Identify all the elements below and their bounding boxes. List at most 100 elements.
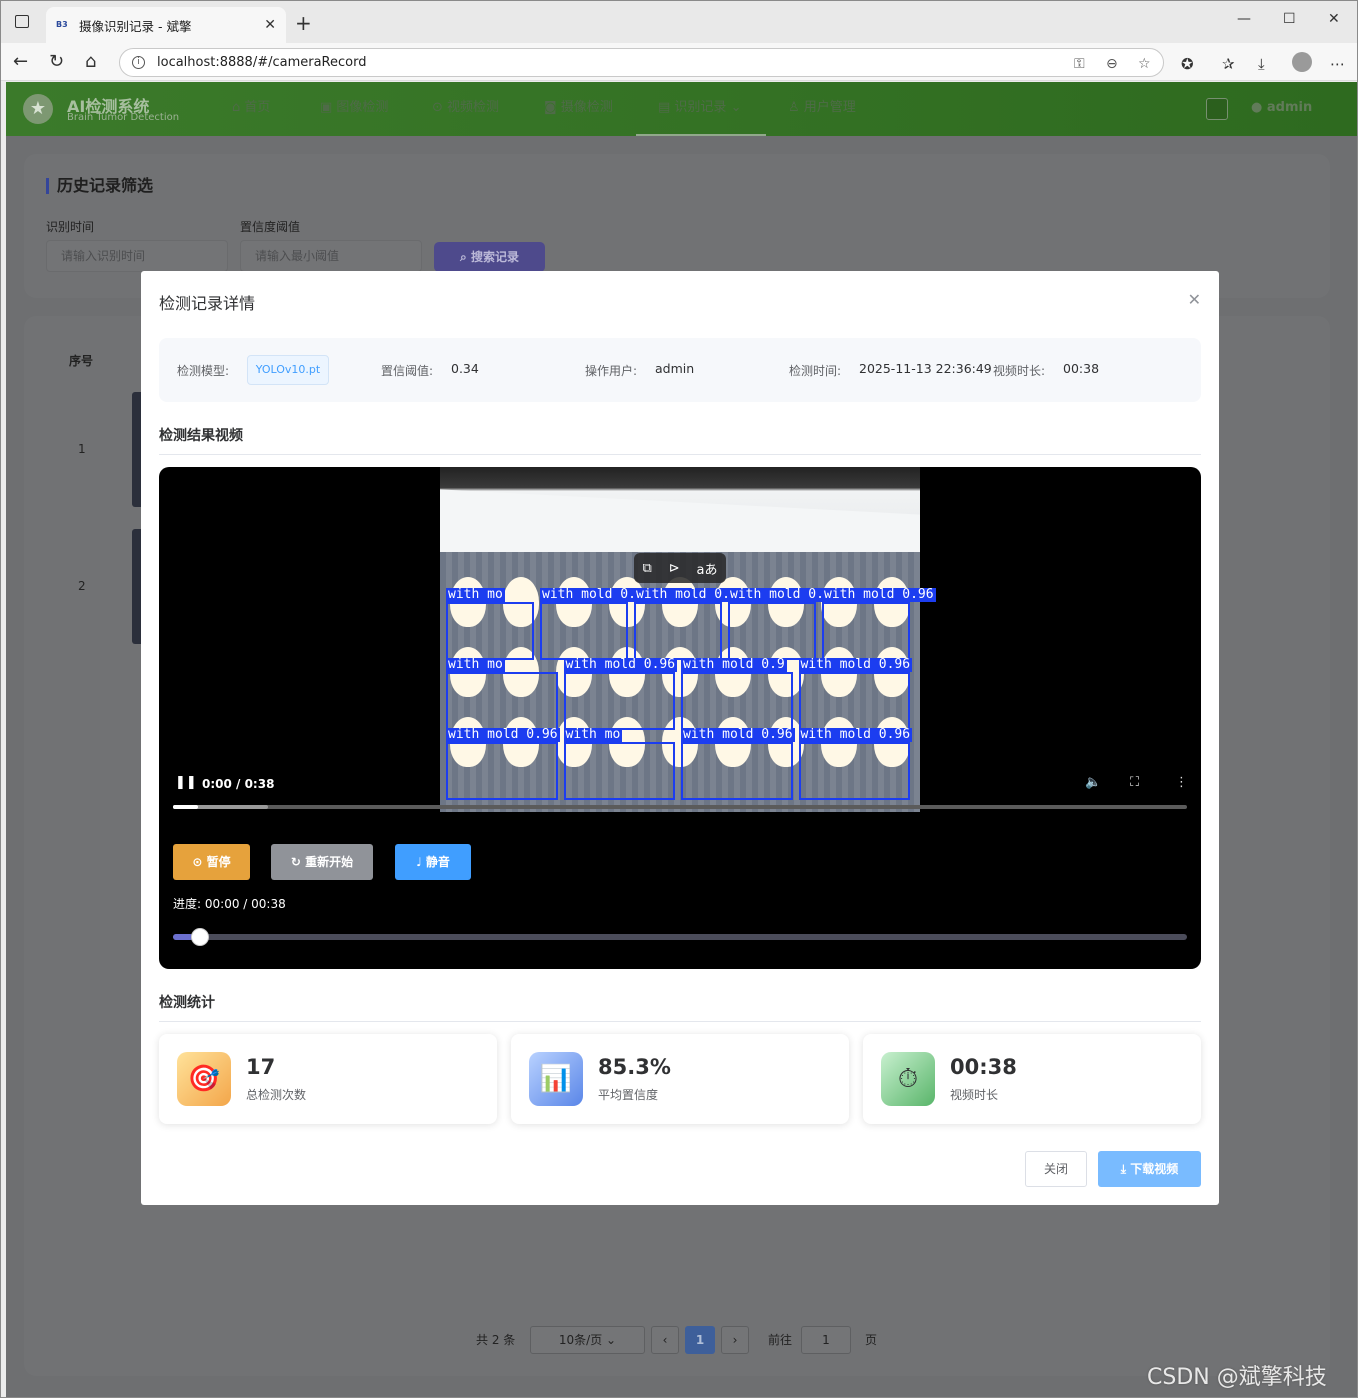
stat-card-duration: ⏱ 00:38 视频时长 (863, 1034, 1201, 1124)
pause-icon: ⊙ (192, 855, 207, 869)
stopwatch-icon: ⏱ (881, 1052, 935, 1106)
model-tag: YOLOv10.pt (247, 355, 329, 385)
stat-value: 85.3% (598, 1055, 671, 1079)
video-more-icon[interactable]: ⋮ (1175, 775, 1188, 790)
detection-box (446, 742, 558, 800)
minimize-icon[interactable]: — (1237, 11, 1251, 27)
detection-label: with mold 0.96 (563, 657, 678, 672)
key-icon[interactable]: ⚿ (1074, 56, 1085, 72)
slider-handle[interactable] (191, 928, 210, 946)
time-info-label: 检测时间: (789, 364, 842, 378)
detection-box (681, 742, 793, 800)
zoom-icon[interactable]: ⊖ (1106, 56, 1118, 72)
bar-chart-icon: 📊 (529, 1052, 583, 1106)
fullscreen-icon[interactable]: ⛶ (1130, 775, 1139, 790)
model-label: 检测模型: (177, 364, 230, 378)
home-browser-icon[interactable]: ⌂ (85, 51, 96, 72)
native-pause-icon[interactable]: ❚❚ (175, 775, 197, 790)
modal-close-icon[interactable]: ✕ (1188, 290, 1201, 309)
new-tab-icon[interactable]: + (295, 11, 312, 35)
detection-box (798, 672, 910, 730)
record-detail-modal: 检测记录详情 ✕ 检测模型: YOLOv10.pt 置信阈值: 0.34 操作用… (141, 271, 1219, 1205)
progress-text: 进度: 00:00 / 00:38 (173, 897, 286, 911)
user-info-value: admin (655, 361, 695, 376)
browser-tab[interactable]: B3 摄像识别记录 - 斌擎 ✕ (46, 7, 286, 43)
pagination-total: 共 2 条 (476, 1333, 516, 1347)
detection-box (446, 602, 534, 660)
conf-info-value: 0.34 (451, 361, 479, 376)
url-text: localhost:8888/#/cameraRecord (157, 55, 367, 70)
detection-label: with mold 0.96 (798, 727, 913, 742)
native-time-display: 0:00 / 0:38 (202, 777, 275, 791)
volume-icon[interactable]: 🔈 (1085, 775, 1101, 790)
progress-slider[interactable] (173, 928, 1187, 946)
video-player[interactable]: ⧉ ⊳ aあ with mo with mold 0.96 with mold 0.… (159, 467, 1201, 969)
chevron-down-icon: ⌄ (602, 1333, 617, 1347)
video-frame[interactable]: ⧉ ⊳ aあ with mo with mold 0.96 with mold 0.… (440, 467, 936, 812)
conf-input[interactable]: 请输入最小阈值 (240, 240, 422, 272)
nav-user-manage[interactable]: ♙ 用户管理 (788, 82, 856, 136)
watermark: CSDN @斌擎科技 (1147, 1365, 1327, 1390)
download-video-button[interactable]: ⤓ 下载视频 (1098, 1151, 1201, 1187)
stat-value: 00:38 (950, 1055, 1017, 1079)
more-menu-icon[interactable]: ⋯ (1330, 55, 1345, 73)
extensions-icon[interactable]: ✪ (1181, 55, 1194, 73)
conf-label: 置信度阈值 (240, 220, 301, 234)
restart-button[interactable]: ↻ 重新开始 (271, 844, 373, 880)
picture-in-picture-icon[interactable]: ⧉ (642, 561, 651, 576)
page-current[interactable]: 1 (685, 1326, 715, 1354)
translate-icon[interactable]: aあ (697, 559, 718, 578)
profile-avatar[interactable] (1292, 52, 1312, 72)
next-page-icon[interactable]: › (721, 1326, 749, 1354)
detection-label: with mold 0.96 (446, 727, 560, 742)
video-section-title: 检测结果视频 (159, 425, 1201, 455)
search-icon: ⌕ (460, 250, 471, 264)
video-overlay-toolbar: ⧉ ⊳ aあ (634, 553, 726, 583)
mute-button[interactable]: ♩ 静音 (395, 844, 471, 880)
maximize-icon[interactable]: ☐ (1283, 11, 1296, 27)
nav-records[interactable]: ▤ 识别记录 ⌄ (636, 82, 766, 136)
nav-username[interactable]: ● admin (1251, 100, 1312, 115)
tab-close-icon[interactable]: ✕ (264, 17, 276, 33)
favicon-icon: B3 (56, 20, 68, 29)
native-progress-track[interactable] (173, 805, 1187, 809)
refresh-icon: ↻ (290, 855, 306, 869)
goto-input[interactable]: 1 (801, 1326, 851, 1354)
duration-info-value: 00:38 (1063, 361, 1100, 376)
nav-home[interactable]: ⌂ 首页 (232, 82, 270, 136)
page-size-select[interactable]: 10条/页 ⌄ (530, 1326, 645, 1354)
window-menu-icon[interactable] (15, 15, 29, 28)
downloads-icon[interactable]: ⤓ (1258, 55, 1265, 73)
favorites-icon[interactable]: ✰ (1222, 55, 1235, 73)
duration-info-label: 视频时长: (993, 364, 1046, 378)
detection-box (634, 602, 722, 660)
detection-box (681, 672, 793, 730)
time-input[interactable]: 请输入识别时间 (46, 240, 228, 272)
nav-camera-detect[interactable]: ◙ 摄像检测 (544, 82, 613, 136)
nav-image-detect[interactable]: ▣ 图像检测 (320, 82, 388, 136)
back-icon[interactable]: ← (13, 51, 28, 72)
stat-card-confidence: 📊 85.3% 平均置信度 (511, 1034, 849, 1124)
screen-toggle-icon[interactable] (1206, 98, 1228, 120)
top-navigation: ★ AI检测系统 Brain Tumor Detection ⌂ 首页 ▣ 图像… (6, 82, 1357, 136)
site-info-icon[interactable]: i (132, 56, 145, 69)
microphone-icon: ♩ (416, 855, 426, 869)
reload-icon[interactable]: ↻ (49, 51, 64, 72)
pause-button[interactable]: ⊙ 暂停 (173, 844, 250, 880)
stats-section-title: 检测统计 (159, 992, 1201, 1022)
close-button[interactable]: 关闭 (1025, 1151, 1087, 1187)
page-suffix: 页 (865, 1333, 878, 1347)
play-circle-icon: ⊙ (432, 100, 448, 115)
video-search-icon[interactable]: ⊳ (669, 561, 680, 576)
detection-box (728, 602, 816, 660)
prev-page-icon[interactable]: ‹ (651, 1326, 679, 1354)
nav-video-detect[interactable]: ⊙ 视频检测 (432, 82, 499, 136)
search-button[interactable]: ⌕ 搜索记录 (434, 242, 545, 272)
stat-label: 视频时长 (950, 1088, 999, 1102)
time-label: 识别时间 (46, 220, 95, 234)
url-field[interactable]: i localhost:8888/#/cameraRecord ⚿ ⊖ ☆ (119, 48, 1164, 77)
favorite-star-icon[interactable]: ☆ (1138, 56, 1151, 72)
tab-title: 摄像识别记录 - 斌擎 (79, 18, 192, 34)
address-bar: ← ↻ ⌂ i localhost:8888/#/cameraRecord ⚿ … (1, 43, 1357, 81)
close-window-icon[interactable]: ✕ (1328, 11, 1340, 27)
